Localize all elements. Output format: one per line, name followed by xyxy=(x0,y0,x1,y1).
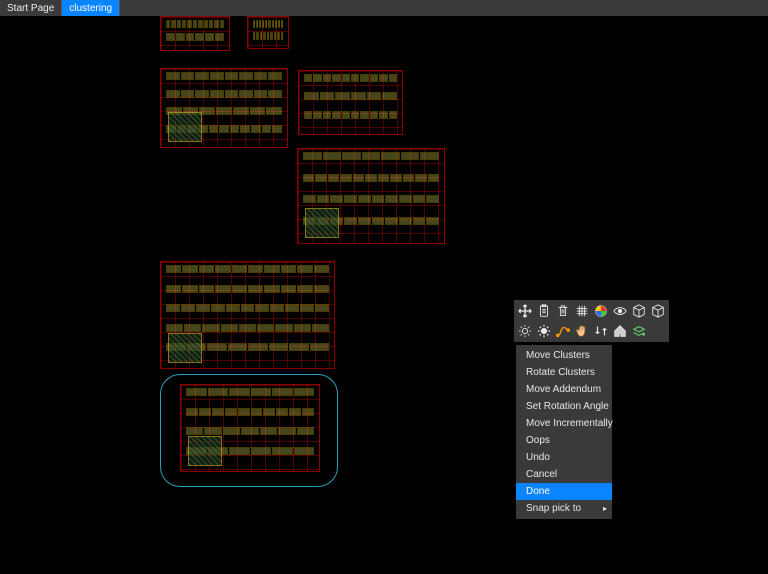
add-layer-icon[interactable] xyxy=(630,322,648,340)
sun-outline-icon[interactable] xyxy=(516,322,534,340)
color-wheel-icon[interactable] xyxy=(592,302,610,320)
package-icon[interactable] xyxy=(649,302,667,320)
cluster[interactable] xyxy=(160,261,335,369)
menu-item-rotate-clusters[interactable]: Rotate Clusters xyxy=(516,364,612,381)
delete-icon[interactable] xyxy=(554,302,572,320)
cluster[interactable] xyxy=(247,16,289,49)
toolbar-row xyxy=(516,302,667,320)
menu-item-snap-pick-to[interactable]: Snap pick to▸ xyxy=(516,500,612,517)
grid-icon[interactable] xyxy=(573,302,591,320)
cluster[interactable] xyxy=(297,148,445,244)
home-icon[interactable] xyxy=(611,322,629,340)
sun-icon[interactable] xyxy=(535,322,553,340)
cluster[interactable] xyxy=(298,70,403,135)
menu-item-undo[interactable]: Undo xyxy=(516,449,612,466)
clipboard-icon[interactable] xyxy=(535,302,553,320)
menu-item-move-incrementally[interactable]: Move Incrementally xyxy=(516,415,612,432)
design-canvas[interactable]: Move ClustersRotate ClustersMove Addendu… xyxy=(0,16,768,574)
tab-bar: Start Page clustering xyxy=(0,0,768,16)
swap-icon[interactable] xyxy=(592,322,610,340)
move-icon[interactable] xyxy=(516,302,534,320)
toolbar-row xyxy=(516,322,667,340)
tab-clustering[interactable]: clustering xyxy=(62,0,120,16)
tab-start-page[interactable]: Start Page xyxy=(0,0,62,16)
menu-item-cancel[interactable]: Cancel xyxy=(516,466,612,483)
cube-icon[interactable] xyxy=(630,302,648,320)
tab-label: clustering xyxy=(69,3,112,14)
visibility-icon[interactable] xyxy=(611,302,629,320)
menu-item-done[interactable]: Done xyxy=(516,483,612,500)
menu-item-set-rotation-angle[interactable]: Set Rotation Angle xyxy=(516,398,612,415)
hand-icon[interactable] xyxy=(573,322,591,340)
floating-toolbar xyxy=(514,300,669,342)
cluster[interactable] xyxy=(180,384,320,472)
route-icon[interactable] xyxy=(554,322,572,340)
cluster[interactable] xyxy=(160,16,230,51)
cluster[interactable] xyxy=(160,68,288,148)
context-menu: Move ClustersRotate ClustersMove Addendu… xyxy=(516,345,612,519)
menu-item-move-addendum[interactable]: Move Addendum xyxy=(516,381,612,398)
submenu-arrow-icon: ▸ xyxy=(603,502,607,515)
menu-item-move-clusters[interactable]: Move Clusters xyxy=(516,347,612,364)
menu-item-oops[interactable]: Oops xyxy=(516,432,612,449)
tab-label: Start Page xyxy=(7,3,54,14)
